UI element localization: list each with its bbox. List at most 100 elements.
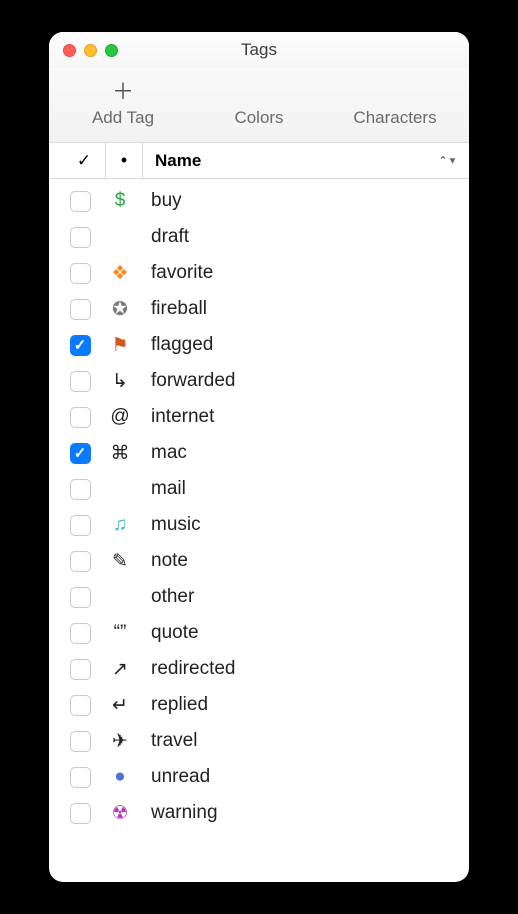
column-name-label: Name bbox=[155, 151, 201, 170]
add-tag-label: Add Tag bbox=[92, 108, 154, 128]
row-checkbox[interactable] bbox=[70, 191, 91, 212]
table-row[interactable]: ✎note bbox=[59, 543, 459, 579]
tag-name: buy bbox=[139, 190, 459, 212]
row-check-cell bbox=[59, 551, 101, 572]
tag-name: flagged bbox=[139, 334, 459, 356]
row-check-cell bbox=[59, 263, 101, 284]
row-check-cell bbox=[59, 371, 101, 392]
row-checkbox[interactable] bbox=[70, 227, 91, 248]
table-row[interactable]: ⌘mac bbox=[59, 435, 459, 471]
tag-icon: @ bbox=[101, 399, 139, 435]
tag-icon: ✈ bbox=[101, 723, 139, 759]
tag-icon: ❖ bbox=[101, 255, 139, 291]
table-row[interactable]: ⚑flagged bbox=[59, 327, 459, 363]
tag-name: unread bbox=[139, 766, 459, 788]
tag-icon: ↗ bbox=[101, 651, 139, 687]
tag-icon bbox=[101, 579, 139, 615]
row-checkbox[interactable] bbox=[70, 623, 91, 644]
tag-name: music bbox=[139, 514, 459, 536]
close-icon[interactable] bbox=[63, 44, 76, 57]
row-check-cell bbox=[59, 695, 101, 716]
row-checkbox[interactable] bbox=[70, 803, 91, 824]
table-row[interactable]: mail bbox=[59, 471, 459, 507]
tags-table[interactable]: $buydraft❖favorite✪fireball⚑flagged↳forw… bbox=[49, 179, 469, 882]
row-checkbox[interactable] bbox=[70, 515, 91, 536]
table-row[interactable]: draft bbox=[59, 219, 459, 255]
row-checkbox[interactable] bbox=[70, 731, 91, 752]
row-check-cell bbox=[59, 191, 101, 212]
row-checkbox[interactable] bbox=[70, 443, 91, 464]
table-row[interactable]: ↵replied bbox=[59, 687, 459, 723]
zoom-icon[interactable] bbox=[105, 44, 118, 57]
add-tag-button[interactable]: ＋ Add Tag bbox=[68, 76, 178, 128]
table-row[interactable]: ↳forwarded bbox=[59, 363, 459, 399]
table-row[interactable]: ❖favorite bbox=[59, 255, 459, 291]
table-row[interactable]: other bbox=[59, 579, 459, 615]
column-name[interactable]: Name ⌃ ▾ bbox=[143, 151, 461, 171]
tag-icon: ✪ bbox=[101, 291, 139, 327]
row-check-cell bbox=[59, 803, 101, 824]
characters-button[interactable]: Characters bbox=[340, 76, 450, 128]
tag-icon: ✎ bbox=[101, 543, 139, 579]
table-row[interactable]: ♫music bbox=[59, 507, 459, 543]
tag-icon: ♫ bbox=[101, 507, 139, 543]
row-check-cell bbox=[59, 659, 101, 680]
tag-icon: ⌘ bbox=[101, 435, 139, 471]
column-checked[interactable]: ✓ bbox=[63, 151, 105, 171]
tag-name: internet bbox=[139, 406, 459, 428]
table-row[interactable]: $buy bbox=[59, 183, 459, 219]
row-check-cell bbox=[59, 299, 101, 320]
tag-icon: “” bbox=[101, 615, 139, 651]
table-header: ✓ • Name ⌃ ▾ bbox=[49, 143, 469, 179]
row-checkbox[interactable] bbox=[70, 371, 91, 392]
tag-icon bbox=[101, 471, 139, 507]
table-row[interactable]: @internet bbox=[59, 399, 459, 435]
column-icon[interactable]: • bbox=[105, 143, 143, 178]
tag-icon: ⚑ bbox=[101, 327, 139, 363]
row-checkbox[interactable] bbox=[70, 263, 91, 284]
characters-label: Characters bbox=[353, 108, 436, 128]
row-check-cell bbox=[59, 443, 101, 464]
colors-button[interactable]: Colors bbox=[204, 76, 314, 128]
titlebar: Tags bbox=[49, 32, 469, 68]
table-row[interactable]: “”quote bbox=[59, 615, 459, 651]
table-row[interactable]: ↗redirected bbox=[59, 651, 459, 687]
minimize-icon[interactable] bbox=[84, 44, 97, 57]
tag-name: mac bbox=[139, 442, 459, 464]
row-checkbox[interactable] bbox=[70, 479, 91, 500]
tag-name: favorite bbox=[139, 262, 459, 284]
tag-icon: $ bbox=[101, 183, 139, 219]
row-checkbox[interactable] bbox=[70, 299, 91, 320]
sort-indicator-icon: ⌃ ▾ bbox=[439, 155, 455, 166]
row-check-cell bbox=[59, 515, 101, 536]
tag-name: quote bbox=[139, 622, 459, 644]
tag-icon: ↵ bbox=[101, 687, 139, 723]
row-checkbox[interactable] bbox=[70, 695, 91, 716]
row-check-cell bbox=[59, 587, 101, 608]
row-checkbox[interactable] bbox=[70, 587, 91, 608]
window-title: Tags bbox=[63, 40, 455, 60]
row-checkbox[interactable] bbox=[70, 407, 91, 428]
row-checkbox[interactable] bbox=[70, 659, 91, 680]
table-row[interactable]: ✈travel bbox=[59, 723, 459, 759]
tag-name: fireball bbox=[139, 298, 459, 320]
row-checkbox[interactable] bbox=[70, 335, 91, 356]
table-row[interactable]: ●unread bbox=[59, 759, 459, 795]
row-check-cell bbox=[59, 227, 101, 248]
row-checkbox[interactable] bbox=[70, 767, 91, 788]
tag-icon: ● bbox=[101, 759, 139, 795]
table-row[interactable]: ✪fireball bbox=[59, 291, 459, 327]
tag-name: redirected bbox=[139, 658, 459, 680]
row-check-cell bbox=[59, 623, 101, 644]
row-checkbox[interactable] bbox=[70, 551, 91, 572]
tag-icon: ☢ bbox=[101, 795, 139, 831]
table-row[interactable]: ☢warning bbox=[59, 795, 459, 831]
tag-name: warning bbox=[139, 802, 459, 824]
tag-name: replied bbox=[139, 694, 459, 716]
tag-icon bbox=[101, 219, 139, 255]
tag-name: travel bbox=[139, 730, 459, 752]
tag-icon: ↳ bbox=[101, 363, 139, 399]
tag-name: note bbox=[139, 550, 459, 572]
traffic-lights bbox=[63, 44, 118, 57]
toolbar: ＋ Add Tag Colors bbox=[49, 68, 469, 143]
